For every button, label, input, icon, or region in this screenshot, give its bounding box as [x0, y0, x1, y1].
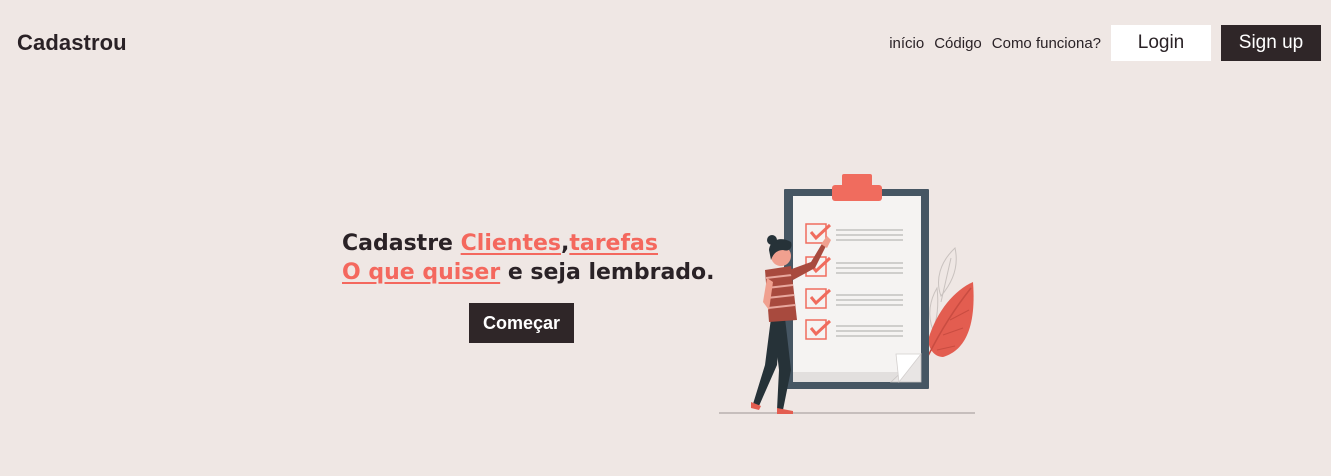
hero-headline: Cadastre Clientes,tarefas O que quiser e…: [342, 229, 715, 287]
hero-prefix: Cadastre: [342, 231, 461, 256]
checklist-illustration: [719, 174, 975, 414]
start-button[interactable]: Começar: [469, 303, 574, 343]
hero-line-1: Cadastre Clientes,tarefas: [342, 229, 715, 258]
top-nav: início Código Como funciona? Login Sign …: [889, 25, 1321, 61]
brand-logo[interactable]: Cadastrou: [17, 30, 127, 56]
plant-decoration: [927, 247, 974, 357]
hero-link-tarefas[interactable]: tarefas: [569, 231, 658, 256]
hero-link-clientes[interactable]: Clientes: [461, 231, 561, 256]
nav-link-inicio[interactable]: início: [889, 35, 924, 52]
hero-link-o-que-quiser[interactable]: O que quiser: [342, 260, 500, 285]
login-button[interactable]: Login: [1111, 25, 1211, 61]
nav-link-codigo[interactable]: Código: [934, 35, 982, 52]
hero-suffix: e seja lembrado.: [500, 260, 715, 285]
signup-button[interactable]: Sign up: [1221, 25, 1321, 61]
hero-line-2: O que quiser e seja lembrado.: [342, 258, 715, 287]
nav-link-como-funciona[interactable]: Como funciona?: [992, 35, 1101, 52]
